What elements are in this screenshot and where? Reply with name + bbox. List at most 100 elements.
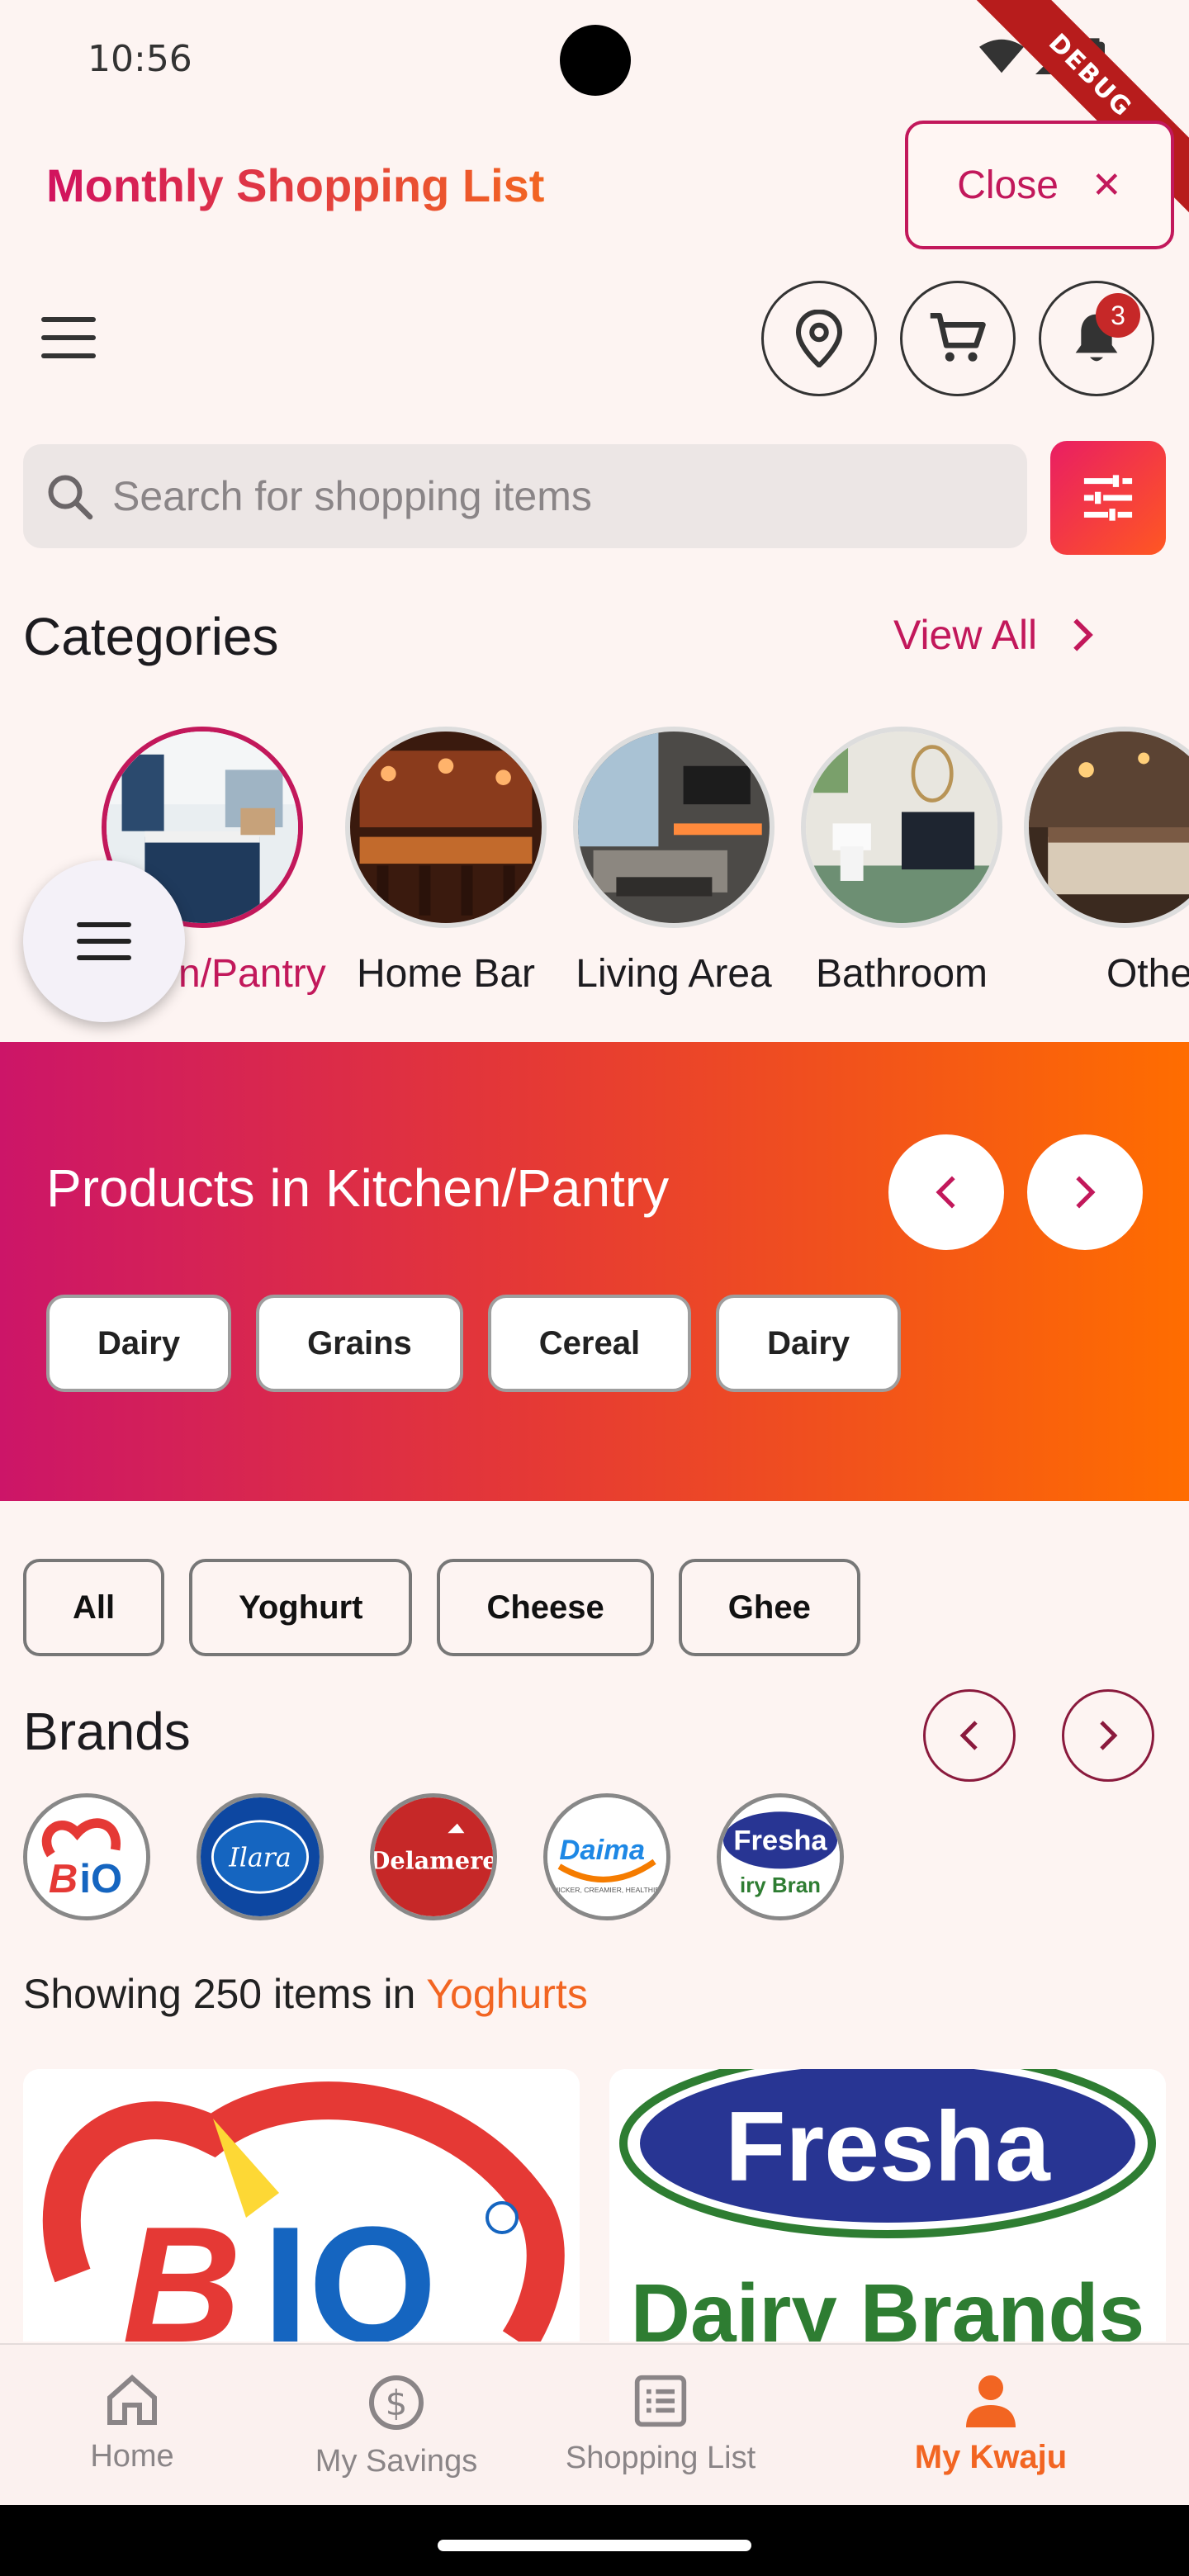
subcategory-chip[interactable]: Grains <box>256 1295 463 1392</box>
chevron-left-icon <box>936 1176 955 1209</box>
view-all-link[interactable]: View All <box>893 611 1095 659</box>
cart-button[interactable] <box>900 281 1016 396</box>
brands-next-button[interactable] <box>1062 1689 1154 1782</box>
floating-menu-button[interactable] <box>23 860 185 1022</box>
home-icon <box>107 2374 157 2425</box>
filter-chip-ghee[interactable]: Ghee <box>678 1559 860 1656</box>
brands-list: BiO Ilara Delamere Daima THICKER, CREAMIE… <box>23 1793 844 1920</box>
nav-my-kwaju[interactable]: My Kwaju <box>859 2373 1123 2476</box>
category-other[interactable]: Othe <box>1024 727 1189 997</box>
menu-icon <box>77 922 131 960</box>
search-bar[interactable] <box>23 444 1027 548</box>
brand-logo-bio[interactable]: BiO <box>23 1793 150 1920</box>
product-image: B IO <box>23 2069 580 2342</box>
chevron-right-icon <box>1073 618 1094 651</box>
category-label: Othe <box>1106 952 1189 996</box>
category-image <box>573 727 775 928</box>
tune-icon <box>1083 475 1133 521</box>
nav-label: Home <box>90 2439 174 2474</box>
bottom-navigation: Home $ My Savings Shopping List My Kwaju <box>0 2343 1189 2505</box>
categories-title: Categories <box>23 607 279 666</box>
page-title: Monthly Shopping List <box>46 159 545 211</box>
nav-my-savings[interactable]: $ My Savings <box>264 2373 528 2479</box>
category-image <box>1024 727 1189 928</box>
category-label: Home Bar <box>356 952 536 996</box>
search-icon <box>48 475 93 520</box>
menu-icon[interactable] <box>41 317 96 358</box>
brand-logo-ilara[interactable]: Ilara <box>197 1793 324 1920</box>
category-label: n/Pantry <box>178 952 326 996</box>
chevron-left-icon <box>959 1721 978 1750</box>
category-image <box>345 727 547 928</box>
svg-text:iO: iO <box>79 1857 122 1901</box>
dollar-circle-icon: $ <box>369 2375 424 2430</box>
location-button[interactable] <box>761 281 877 396</box>
filter-chip-all[interactable]: All <box>23 1559 165 1656</box>
notification-badge: 3 <box>1096 293 1140 338</box>
cart-icon <box>930 312 986 362</box>
products-banner: Products in Kitchen/Pantry Dairy Grains … <box>0 1042 1189 1501</box>
svg-text:B: B <box>122 2193 241 2342</box>
banner-prev-button[interactable] <box>888 1134 1004 1250</box>
brands-title: Brands <box>23 1702 191 1761</box>
product-card-bio[interactable]: B IO <box>23 2069 580 2342</box>
subcategory-chip[interactable]: Dairy <box>716 1295 902 1392</box>
banner-title: Products in Kitchen/Pantry <box>46 1158 670 1218</box>
svg-text:THICKER, CREAMIER, HEALTHIER: THICKER, CREAMIER, HEALTHIER <box>549 1886 666 1894</box>
chevron-right-icon <box>1076 1176 1096 1209</box>
product-card-fresha[interactable]: Fresha Dairy Brands <box>609 2069 1166 2342</box>
wifi-icon <box>979 39 1024 73</box>
category-home-bar[interactable]: Home Bar <box>345 727 547 997</box>
svg-text:Daima: Daima <box>559 1835 645 1866</box>
svg-text:B: B <box>49 1857 78 1901</box>
category-label: Bathroom <box>815 952 988 996</box>
view-all-label: View All <box>893 612 1038 658</box>
notifications-button[interactable]: 3 <box>1039 281 1154 396</box>
subcategory-chip[interactable]: Cereal <box>487 1295 692 1392</box>
person-icon <box>966 2375 1016 2427</box>
nav-label: My Kwaju <box>914 2439 1068 2475</box>
brand-logo-daima[interactable]: Daima THICKER, CREAMIER, HEALTHIER <box>543 1793 670 1920</box>
svg-text:IO: IO <box>263 2193 437 2342</box>
close-button-label: Close <box>957 163 1059 207</box>
nav-shopping-list[interactable]: Shopping List <box>528 2373 793 2476</box>
nav-home[interactable]: Home <box>0 2373 264 2474</box>
brands-prev-button[interactable] <box>923 1689 1016 1782</box>
brand-logo-delamere[interactable]: Delamere <box>370 1793 497 1920</box>
brand-logo-fresha[interactable]: Fresha iry Bran <box>717 1793 844 1920</box>
svg-text:Ilara: Ilara <box>228 1844 291 1873</box>
product-image: Fresha Dairy Brands <box>609 2069 1166 2342</box>
subcategory-chips: Dairy Grains Cereal Dairy <box>46 1295 902 1392</box>
camera-cutout <box>560 25 631 96</box>
nav-label: Shopping List <box>565 2441 756 2475</box>
close-button[interactable]: Close ✕ <box>905 121 1174 249</box>
svg-text:Fresha: Fresha <box>733 1825 827 1856</box>
status-time: 10:56 <box>88 38 192 80</box>
subcategory-chip[interactable]: Dairy <box>46 1295 232 1392</box>
svg-text:Delamere: Delamere <box>374 1846 493 1874</box>
results-summary: Showing 250 items in Yoghurts <box>23 1970 588 2018</box>
chevron-right-icon <box>1100 1721 1118 1750</box>
status-bar: 10:56 DEBUG <box>0 0 1189 218</box>
filter-chip-yoghurt[interactable]: Yoghurt <box>189 1559 413 1656</box>
results-category: Yoghurts <box>426 1971 588 2017</box>
product-filter-chips: All Yoghurt Cheese Ghee <box>23 1559 860 1656</box>
category-label: Living Area <box>576 952 772 996</box>
banner-next-button[interactable] <box>1027 1134 1143 1250</box>
category-living-area[interactable]: Living Area <box>573 727 775 997</box>
svg-text:$: $ <box>386 2383 408 2423</box>
list-icon <box>634 2375 687 2427</box>
search-input[interactable] <box>112 472 1004 520</box>
home-gesture-bar[interactable] <box>438 2540 751 2551</box>
location-pin-icon <box>795 310 843 367</box>
close-icon: ✕ <box>1091 164 1122 206</box>
results-prefix: Showing 250 items in <box>23 1971 416 2017</box>
filter-chip-cheese[interactable]: Cheese <box>437 1559 654 1656</box>
category-image <box>801 727 1002 928</box>
svg-text:Dairy Brands: Dairy Brands <box>631 2267 1144 2342</box>
category-bathroom[interactable]: Bathroom <box>801 727 1002 997</box>
filter-button[interactable] <box>1050 441 1166 555</box>
svg-text:iry Bran: iry Bran <box>740 1874 821 1897</box>
nav-label: My Savings <box>315 2444 478 2479</box>
svg-text:Fresha: Fresha <box>725 2091 1051 2202</box>
